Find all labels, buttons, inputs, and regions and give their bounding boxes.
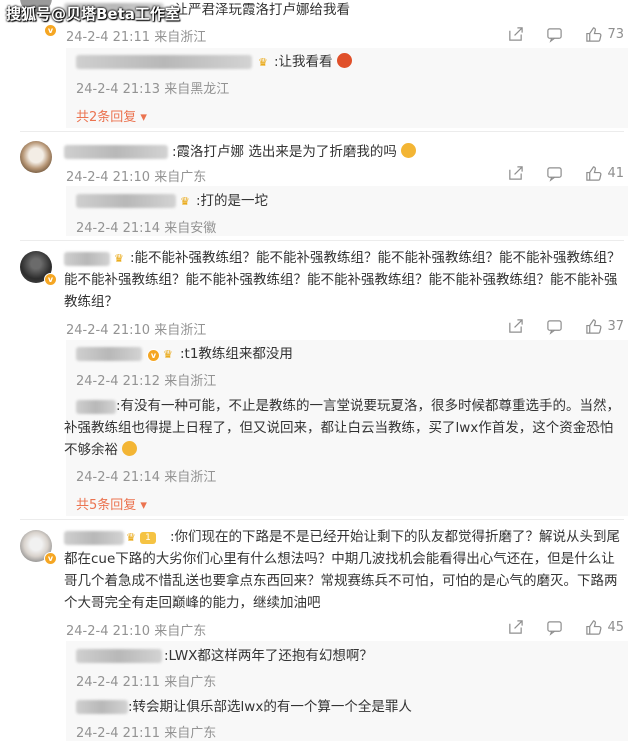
share-icon <box>509 166 524 180</box>
comment-text: :让严君泽玩霞洛打卢娜给我看 <box>170 2 351 18</box>
comment-meta: 24-2-4 21:10 来自广东 <box>66 170 207 185</box>
verified-badge-icon: v <box>147 349 160 362</box>
verified-badge-icon: v <box>44 552 57 565</box>
comment-meta: 24-2-4 21:10 来自广东 <box>66 624 207 639</box>
reply-text: :打的是一坨 <box>196 193 269 209</box>
comment-actions: 41 <box>507 165 624 182</box>
share-button[interactable] <box>507 165 524 182</box>
thumbs-up-icon <box>586 620 602 635</box>
verified-badge-icon: v <box>44 24 57 37</box>
share-button[interactable] <box>507 619 524 636</box>
reply-button[interactable] <box>546 619 563 636</box>
reply-text: :LWX都这样两年了还抱有幻想啊？ <box>164 648 373 664</box>
username-blurred[interactable] <box>76 194 176 208</box>
expand-replies-link[interactable]: 共2条回复 ▾ <box>76 106 147 125</box>
username-blurred[interactable] <box>76 649 162 663</box>
comment-text: :你们现在的下路是不是已经开始让剩下的队友都觉得折磨了？解说从头到尾都在cue下… <box>64 529 621 611</box>
reply-text: :让我看看 <box>274 51 352 73</box>
reply-meta: 24-2-4 21:14 来自浙江 <box>76 470 217 485</box>
comment-actions: 37 <box>507 318 624 335</box>
thumbs-up-icon <box>586 27 602 42</box>
like-count: 73 <box>607 27 624 42</box>
reply-button[interactable] <box>546 26 563 43</box>
like-button[interactable]: 37 <box>585 318 624 335</box>
thumbs-up-icon <box>586 166 602 181</box>
share-button[interactable] <box>507 26 524 43</box>
share-button[interactable] <box>507 318 524 335</box>
comment-meta: 24-2-4 21:10 来自浙江 <box>66 323 207 338</box>
reply-meta: 24-2-4 21:11 来自广东 <box>76 726 217 741</box>
comment-meta: 24-2-4 21:11 来自浙江 <box>66 30 207 45</box>
emoji-icon <box>401 143 417 158</box>
emoji-icon <box>122 441 138 456</box>
chevron-down-icon: ▾ <box>140 110 147 125</box>
comment-text: :霞洛打卢娜 选出来是为了折磨我的吗 <box>172 141 417 163</box>
username-blurred[interactable] <box>76 55 252 69</box>
username-blurred[interactable] <box>64 145 168 159</box>
share-icon <box>509 27 524 41</box>
reply-meta: 24-2-4 21:14 来自安徽 <box>76 221 217 236</box>
watermark: 搜狐号@贝塔Beta工作室 <box>6 5 180 23</box>
reply-button[interactable] <box>546 165 563 182</box>
fan-badge-icon: ♛ <box>180 195 190 208</box>
share-icon <box>509 620 524 634</box>
like-button[interactable]: 41 <box>585 165 624 182</box>
username-blurred[interactable] <box>76 700 128 714</box>
like-count: 37 <box>607 319 624 334</box>
verified-badge-icon: v <box>44 273 57 286</box>
reply-meta: 24-2-4 21:11 来自广东 <box>76 675 217 690</box>
like-count: 41 <box>607 166 624 181</box>
chevron-down-icon: ▾ <box>140 498 147 513</box>
expand-replies-link[interactable]: 共5条回复 ▾ <box>76 494 147 513</box>
comment-icon <box>547 320 563 335</box>
reply-text: :转会期让俱乐部选lwx的有一个算一个全是罪人 <box>128 699 412 715</box>
thumbs-up-icon <box>586 319 602 334</box>
like-button[interactable]: 73 <box>585 26 624 43</box>
reply-meta: 24-2-4 21:13 来自黑龙江 <box>76 82 230 97</box>
divider <box>20 240 624 241</box>
reply-text: :t1教练组来都没用 <box>180 346 293 362</box>
divider <box>20 131 624 132</box>
avatar[interactable] <box>20 141 52 173</box>
comment-icon <box>547 167 563 182</box>
username-blurred[interactable] <box>76 347 142 361</box>
comment-icon <box>547 28 563 43</box>
divider <box>20 519 624 520</box>
fan-badge-icon: ♛ <box>163 348 173 361</box>
reply-text: :有没有一种可能，不止是教练的一言堂说要玩夏洛，很多时候都尊重选手的。当然，补强… <box>64 398 621 458</box>
like-button[interactable]: 45 <box>585 619 624 636</box>
comment-icon <box>547 621 563 636</box>
share-icon <box>509 319 524 333</box>
like-count: 45 <box>607 620 624 635</box>
reply-meta: 24-2-4 21:12 来自浙江 <box>76 374 217 389</box>
comment-actions: 45 <box>507 619 624 636</box>
comment-text: :能不能补强教练组？能不能补强教练组？能不能补强教练组？能不能补强教练组？能不能… <box>64 250 621 310</box>
comment-actions: 73 <box>507 26 624 43</box>
reply-button[interactable] <box>546 318 563 335</box>
emoji-icon <box>336 53 352 68</box>
fan-badge-icon: ♛ <box>258 56 268 69</box>
